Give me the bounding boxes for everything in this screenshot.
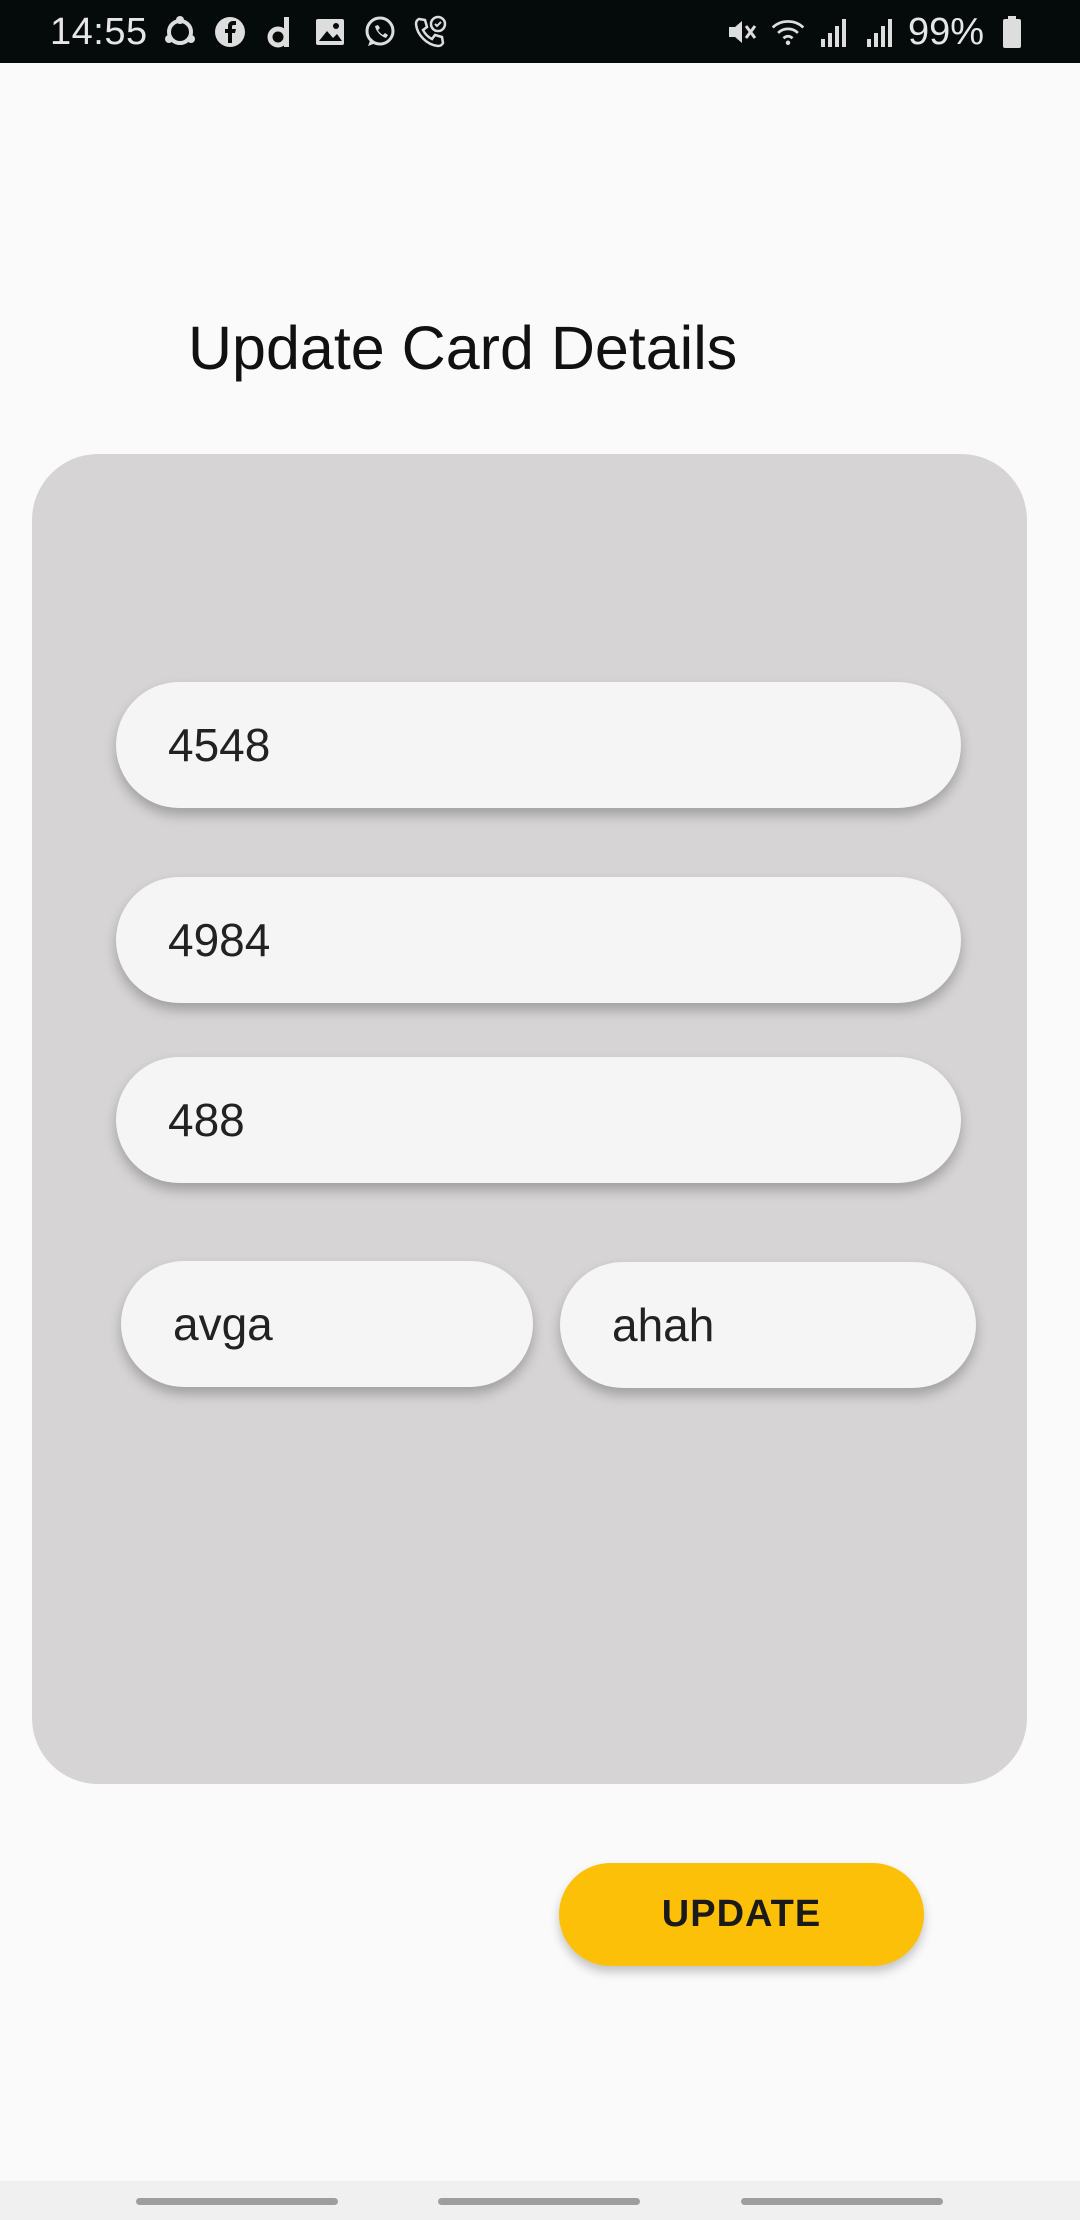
right-detail-field[interactable]	[560, 1262, 976, 1388]
notification-icons	[162, 14, 448, 50]
facebook-icon	[212, 14, 248, 50]
navigation-bar	[0, 2181, 1080, 2220]
cvv-field[interactable]	[116, 1057, 961, 1183]
gallery-icon	[312, 14, 348, 50]
right-detail-input[interactable]	[612, 1298, 976, 1352]
left-detail-input[interactable]	[173, 1297, 533, 1351]
whatsapp-icon	[362, 14, 398, 50]
d-app-icon	[262, 14, 298, 50]
update-button[interactable]: UPDATE	[559, 1863, 924, 1966]
battery-icon	[994, 14, 1030, 50]
card-number-input-1[interactable]	[168, 718, 961, 772]
nav-recents-handle[interactable]	[741, 2198, 943, 2205]
system-icons: 99%	[724, 12, 1030, 52]
page-title: Update Card Details	[188, 314, 738, 382]
wifi-icon	[770, 14, 806, 50]
card-number-input-2[interactable]	[168, 913, 961, 967]
status-bar: 14:55 99%	[0, 0, 1080, 63]
battery-percentage: 99%	[907, 11, 984, 53]
status-time: 14:55	[50, 11, 148, 53]
nav-home-handle[interactable]	[438, 2198, 640, 2205]
signal-icon	[862, 14, 898, 50]
card-number-field-1[interactable]	[116, 682, 961, 808]
signal-icon	[816, 14, 852, 50]
call-icon	[412, 14, 448, 50]
card-number-field-2[interactable]	[116, 877, 961, 1003]
nav-back-handle[interactable]	[136, 2198, 338, 2205]
left-detail-field[interactable]	[121, 1261, 533, 1387]
mute-icon	[724, 14, 760, 50]
cvv-input[interactable]	[168, 1093, 961, 1147]
sync-icon	[162, 14, 198, 50]
